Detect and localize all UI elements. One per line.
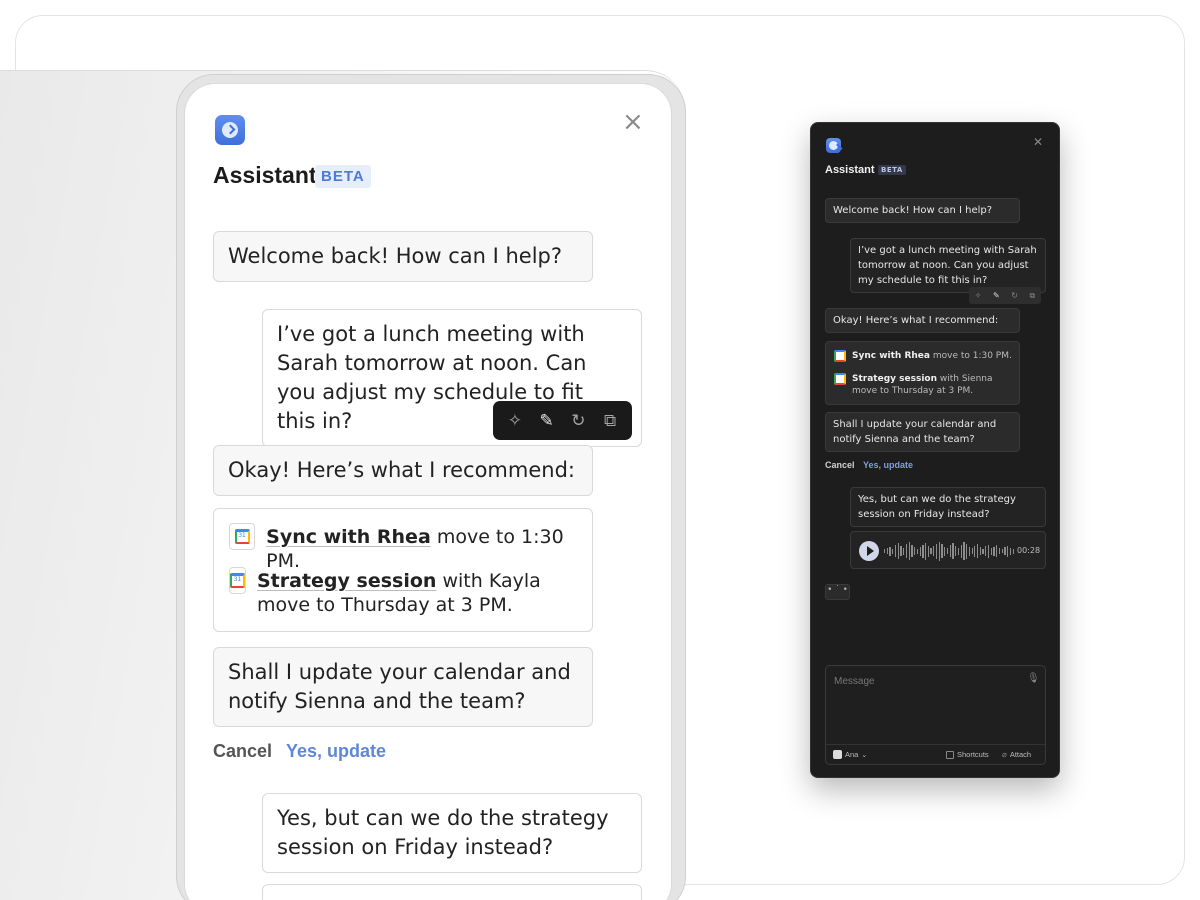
pencil-icon[interactable]: ✎ [993, 291, 1000, 300]
message-action-toolbar: ✧ ✎ ↻ ⧉ [493, 401, 632, 440]
yes-update-button[interactable]: Yes, update [286, 741, 386, 762]
attach-button[interactable]: ⌀ Attach [1002, 750, 1031, 759]
assistant-message-welcome: Welcome back! How can I help? [825, 198, 1020, 223]
play-icon[interactable] [859, 541, 879, 561]
assistant-message-welcome: Welcome back! How can I help? [213, 231, 593, 282]
assistant-logo-icon [215, 115, 245, 145]
panel-title: Assistant [825, 164, 875, 176]
waveform[interactable] [884, 540, 1014, 562]
chevron-down-icon: ⌄ [861, 751, 868, 759]
audio-duration: 00:28 [1017, 546, 1041, 555]
cancel-button[interactable]: Cancel [213, 741, 272, 762]
calendar-icon: 31 [229, 567, 246, 594]
recommendation-item: 31 Sync with Rhea move to 1:30 PM. [229, 523, 592, 573]
panel-title: Assistant [213, 162, 317, 188]
recommendation-item: Sync with Rhea move to 1:30 PM. [834, 350, 1014, 362]
assistant-message-confirm: Shall I update your calendar and notify … [825, 412, 1020, 452]
message-action-toolbar: ✧ ✎ ↻ ⧉ [969, 287, 1041, 304]
calendar-icon [834, 350, 846, 362]
assistant-panel-light: × Assistant BETA Welcome back! How can I… [185, 84, 671, 900]
sparkle-icon[interactable]: ✧ [975, 291, 982, 300]
calendar-icon: 31 [229, 523, 256, 550]
cancel-button[interactable]: Cancel [825, 460, 855, 470]
avatar [833, 750, 842, 759]
assistant-logo-icon [826, 138, 841, 153]
recommendation-card: Sync with Rhea move to 1:30 PM. Strategy… [825, 341, 1020, 405]
assistant-message-recommend: Okay! Here’s what I recommend: [825, 308, 1020, 333]
paperclip-icon: ⌀ [1002, 750, 1007, 759]
beta-badge: BETA [878, 165, 906, 175]
event-link-sync[interactable]: Sync with Rhea [852, 351, 930, 361]
calendar-icon [834, 373, 846, 385]
keyboard-icon [946, 750, 954, 759]
assistant-message-confirm: Shall I update your calendar and notify … [213, 647, 593, 727]
pencil-icon[interactable]: ✎ [537, 411, 557, 431]
yes-update-button[interactable]: Yes, update [863, 460, 913, 470]
close-icon[interactable]: × [622, 109, 644, 135]
assistant-message-recommend: Okay! Here’s what I recommend: [213, 445, 593, 496]
user-message-audio [262, 884, 642, 900]
close-icon[interactable]: ✕ [1033, 135, 1043, 149]
recommendation-item: Strategy session with Sienna move to Thu… [834, 373, 1014, 397]
message-composer: 🎙 Ana ⌄ Shortcuts ⌀ Attach [825, 665, 1046, 765]
user-message-followup: Yes, but can we do the strategy session … [850, 487, 1046, 527]
user-selector[interactable]: Ana ⌄ [833, 750, 867, 759]
shortcuts-button[interactable]: Shortcuts [946, 750, 989, 759]
copy-icon[interactable]: ⧉ [600, 411, 620, 431]
refresh-icon[interactable]: ↻ [1011, 291, 1018, 300]
recommendation-card: 31 Sync with Rhea move to 1:30 PM. 31 St… [213, 508, 593, 632]
user-message-request: I’ve got a lunch meeting with Sarah tomo… [850, 238, 1046, 293]
composer-footer: Ana ⌄ Shortcuts ⌀ Attach [826, 744, 1045, 764]
user-message-followup: Yes, but can we do the strategy session … [262, 793, 642, 873]
typing-indicator: • ˙ • [825, 584, 850, 600]
recommendation-item: 31 Strategy session with Kayla move to T… [229, 567, 574, 617]
copy-icon[interactable]: ⧉ [1029, 291, 1035, 301]
microphone-icon[interactable]: 🎙 [1027, 673, 1040, 684]
event-link-strategy[interactable]: Strategy session [257, 570, 436, 592]
beta-badge: BETA [315, 165, 371, 188]
refresh-icon[interactable]: ↻ [568, 411, 588, 431]
assistant-panel-dark: ✕ Assistant BETA Welcome back! How can I… [810, 122, 1060, 778]
event-link-strategy[interactable]: Strategy session [852, 374, 937, 384]
message-input[interactable] [834, 674, 1014, 688]
event-link-sync[interactable]: Sync with Rhea [266, 526, 431, 548]
voice-message: 00:28 [850, 531, 1046, 569]
sparkle-icon[interactable]: ✧ [505, 411, 525, 431]
